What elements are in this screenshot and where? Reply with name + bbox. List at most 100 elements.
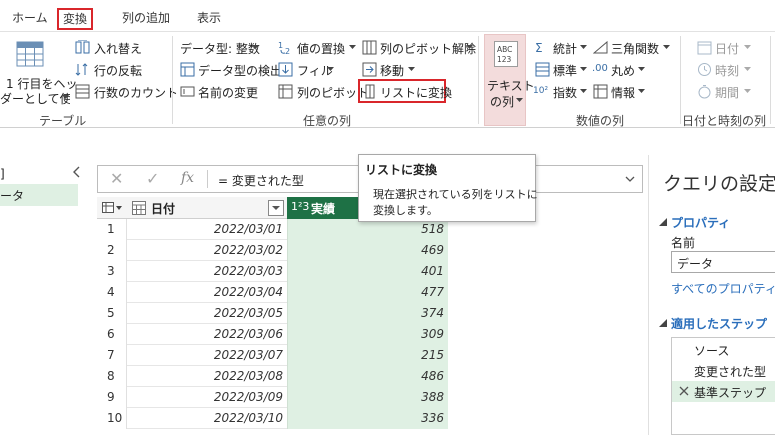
convert-to-list-button[interactable]: リストに変換 bbox=[358, 79, 452, 103]
table-grid-icon bbox=[16, 41, 44, 67]
tab-home[interactable]: ホーム bbox=[8, 8, 52, 30]
convert-to-list-label: リストに変換 bbox=[380, 86, 453, 100]
rounding-icon: .00 bbox=[592, 63, 608, 74]
table-row[interactable]: 5 2022/03/05 374 bbox=[97, 303, 448, 324]
row-number[interactable]: 5 bbox=[97, 303, 127, 324]
tab-view[interactable]: 表示 bbox=[193, 8, 225, 30]
row-number[interactable]: 10 bbox=[97, 408, 127, 429]
collapse-triangle-icon[interactable] bbox=[659, 218, 667, 226]
applied-steps-header: 適用したステップ bbox=[671, 317, 768, 331]
fill-down-icon bbox=[278, 62, 293, 77]
chevron-down-icon bbox=[349, 45, 356, 49]
text-column-label-1: テキスト bbox=[487, 79, 535, 93]
table-menu-header[interactable] bbox=[97, 197, 127, 219]
unpivot-icon bbox=[362, 40, 377, 55]
cell-date[interactable]: 2022/03/02 bbox=[127, 240, 287, 261]
column-header-date-label: 日付 bbox=[151, 202, 176, 216]
tooltip-description-line1: 現在選択されている列をリストに bbox=[373, 188, 538, 201]
all-properties-link[interactable]: すべてのプロパティ bbox=[671, 280, 775, 297]
cell-actual[interactable]: 401 bbox=[287, 261, 448, 282]
table-row[interactable]: 2 2022/03/02 469 bbox=[97, 240, 448, 261]
calendar-icon bbox=[697, 41, 712, 55]
cell-actual[interactable]: 388 bbox=[287, 387, 448, 408]
cell-actual[interactable]: 309 bbox=[287, 324, 448, 345]
table-row[interactable]: 3 2022/03/03 401 bbox=[97, 261, 448, 282]
table-row[interactable]: 7 2022/03/07 215 bbox=[97, 345, 448, 366]
cancel-icon[interactable]: ✕ bbox=[110, 169, 123, 188]
chevron-left-icon[interactable] bbox=[73, 166, 81, 178]
text-column-label-2: の列 bbox=[490, 95, 515, 109]
row-number[interactable]: 3 bbox=[97, 261, 127, 282]
row-number[interactable]: 4 bbox=[97, 282, 127, 303]
cell-date[interactable]: 2022/03/06 bbox=[127, 324, 287, 345]
ribbon-separator bbox=[172, 36, 173, 124]
table-row[interactable]: 8 2022/03/08 486 bbox=[97, 366, 448, 387]
cell-actual[interactable]: 336 bbox=[287, 408, 448, 429]
replace-values-icon: 1 2 bbox=[278, 41, 290, 55]
delete-step-icon[interactable] bbox=[679, 386, 689, 396]
tab-add-column[interactable]: 列の追加 bbox=[118, 8, 174, 30]
table-row[interactable]: 10 2022/03/10 336 bbox=[97, 408, 448, 429]
cell-date[interactable]: 2022/03/03 bbox=[127, 261, 287, 282]
query-name-input[interactable]: データ bbox=[671, 251, 775, 273]
svg-text:1: 1 bbox=[278, 41, 283, 50]
collapse-triangle-icon[interactable] bbox=[659, 319, 667, 327]
fx-icon[interactable]: fx bbox=[181, 170, 194, 186]
cell-actual[interactable]: 374 bbox=[287, 303, 448, 324]
standard-math-icon bbox=[535, 62, 550, 77]
applied-step-item[interactable]: ソース bbox=[672, 339, 775, 360]
row-number[interactable]: 2 bbox=[97, 240, 127, 261]
unpivot-columns-label: 列のピボット解除 bbox=[380, 42, 477, 56]
first-row-header-label-2: ダーとして使用 bbox=[0, 92, 70, 106]
filter-dropdown-icon[interactable] bbox=[268, 200, 284, 216]
chevron-down-icon bbox=[580, 45, 587, 49]
row-number[interactable]: 8 bbox=[97, 366, 127, 387]
formula-input[interactable]: = 変更された型 bbox=[218, 172, 304, 189]
date-type-icon bbox=[132, 201, 146, 215]
date-label: 日付 bbox=[715, 42, 740, 56]
text-column-button[interactable]: ABC 123 テキスト の列 bbox=[484, 34, 535, 126]
swap-label: 入れ替え bbox=[94, 42, 143, 56]
cell-date[interactable]: 2022/03/07 bbox=[127, 345, 287, 366]
cell-date[interactable]: 2022/03/09 bbox=[127, 387, 287, 408]
cell-actual[interactable]: 469 bbox=[287, 240, 448, 261]
row-number[interactable]: 6 bbox=[97, 324, 127, 345]
cell-date[interactable]: 2022/03/01 bbox=[127, 219, 287, 240]
applied-step-item-selected[interactable]: 基準ステップ bbox=[672, 381, 775, 402]
information-label: 情報 bbox=[611, 86, 636, 100]
table-menu-icon bbox=[102, 202, 122, 213]
row-number[interactable]: 1 bbox=[97, 219, 127, 240]
reverse-rows-label: 行の反転 bbox=[94, 64, 143, 78]
cell-date[interactable]: 2022/03/04 bbox=[127, 282, 287, 303]
chevron-down-icon bbox=[744, 67, 751, 71]
tooltip-title: リストに変換 bbox=[365, 163, 438, 177]
tab-transform[interactable]: 変換 bbox=[57, 8, 94, 30]
chevron-down-icon bbox=[252, 45, 259, 49]
chevron-down-icon bbox=[638, 67, 645, 71]
chevron-down-icon bbox=[466, 45, 473, 49]
cell-actual[interactable]: 215 bbox=[287, 345, 448, 366]
row-number[interactable]: 9 bbox=[97, 387, 127, 408]
row-number[interactable]: 7 bbox=[97, 345, 127, 366]
chevron-down-icon[interactable] bbox=[625, 176, 635, 183]
cell-date[interactable]: 2022/03/10 bbox=[127, 408, 287, 429]
cell-actual[interactable]: 486 bbox=[287, 366, 448, 387]
cell-actual[interactable]: 477 bbox=[287, 282, 448, 303]
standard-label: 標準 bbox=[553, 64, 578, 78]
query-item-partial[interactable]: ] bbox=[0, 167, 5, 181]
statistics-label: 統計 bbox=[553, 42, 578, 56]
time-label: 時刻 bbox=[715, 64, 740, 78]
query-item-selected[interactable]: ータ bbox=[0, 184, 78, 206]
table-row[interactable]: 6 2022/03/06 309 bbox=[97, 324, 448, 345]
cell-date[interactable]: 2022/03/08 bbox=[127, 366, 287, 387]
list-icon bbox=[365, 84, 375, 99]
commit-icon[interactable]: ✓ bbox=[146, 169, 159, 188]
cell-date[interactable]: 2022/03/05 bbox=[127, 303, 287, 324]
name-label: 名前 bbox=[671, 236, 696, 250]
table-row[interactable]: 9 2022/03/09 388 bbox=[97, 387, 448, 408]
table-row[interactable]: 1 2022/03/01 518 bbox=[97, 219, 448, 240]
column-header-date[interactable]: 日付 bbox=[127, 197, 287, 219]
cell-actual[interactable]: 518 bbox=[287, 219, 448, 240]
table-row[interactable]: 4 2022/03/04 477 bbox=[97, 282, 448, 303]
applied-step-item[interactable]: 変更された型 bbox=[672, 360, 775, 381]
